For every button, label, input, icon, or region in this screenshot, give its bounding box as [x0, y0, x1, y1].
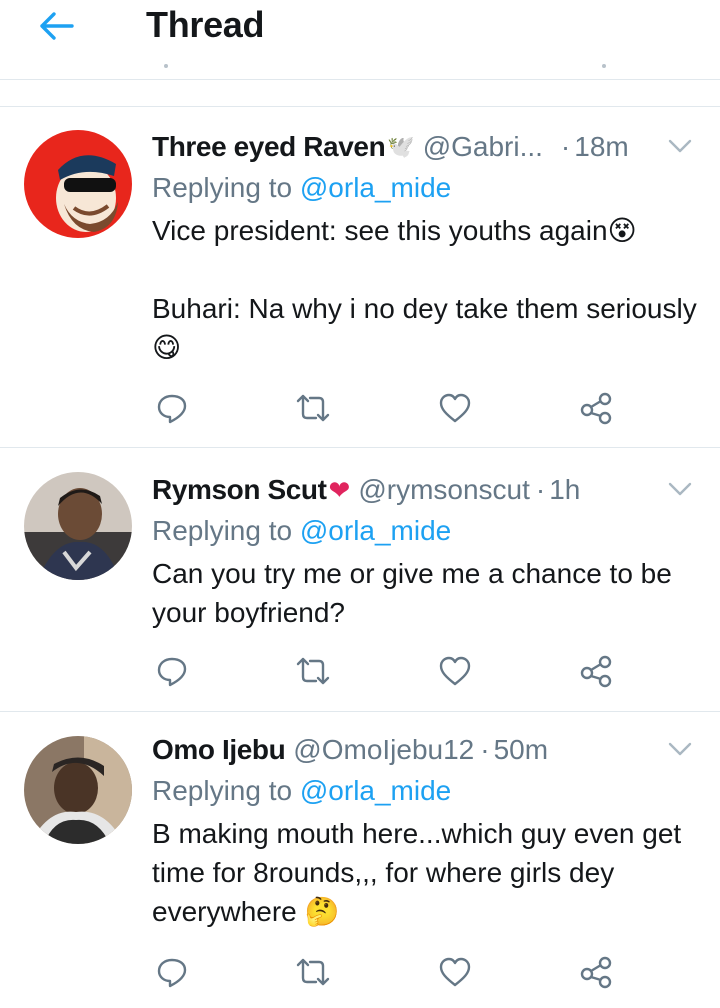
arrow-left-icon: [40, 12, 74, 40]
tweet[interactable]: Three eyed Raven 🕊️ @Gabri... · 18m Repl…: [0, 107, 720, 448]
timestamp: 50m: [493, 734, 549, 765]
replying-prefix: Replying to: [152, 515, 293, 546]
display-name[interactable]: Three eyed Raven: [152, 131, 386, 163]
app-header: Thread: [0, 0, 720, 56]
retweet-icon: [296, 958, 330, 986]
reply-icon: [157, 958, 187, 988]
avatar[interactable]: [24, 736, 132, 844]
tweet[interactable]: Omo Ijebu @OmoIjebu12 · 50m Replying to …: [0, 712, 720, 1008]
retweet-icon: [296, 657, 330, 685]
like-icon: [439, 393, 471, 423]
reply-button[interactable]: [152, 388, 192, 428]
retweet-button[interactable]: [293, 651, 333, 691]
mention-link[interactable]: @orla_mide: [300, 775, 451, 806]
tweet-actions: [152, 388, 622, 428]
share-icon: [580, 655, 612, 688]
avatar[interactable]: [24, 130, 132, 238]
username-handle[interactable]: @OmoIjebu12: [293, 734, 474, 766]
previous-tweet-remnant: [0, 56, 720, 80]
back-button[interactable]: [34, 8, 78, 44]
tweet-text: Vice president: see this youths again😵 B…: [152, 215, 697, 363]
like-icon: [439, 656, 471, 686]
replying-to-line: Replying to @orla_mide: [152, 770, 702, 812]
chevron-down-icon[interactable]: [666, 740, 694, 760]
display-name[interactable]: Rymson Scut: [152, 474, 327, 506]
mention-link[interactable]: @orla_mide: [300, 172, 451, 203]
username-handle[interactable]: @Gabri...: [423, 131, 543, 163]
reply-button[interactable]: [152, 651, 192, 691]
username-handle[interactable]: @rymsonscut: [358, 474, 530, 506]
like-icon: [439, 957, 471, 987]
timestamp: 18m: [574, 131, 629, 162]
like-button[interactable]: [435, 388, 475, 428]
dove-emoji: 🕊️: [387, 134, 415, 159]
tweet-text: Can you try me or give me a chance to be…: [152, 558, 680, 628]
retweet-icon: [296, 394, 330, 422]
like-button[interactable]: [435, 651, 475, 691]
chevron-down-icon[interactable]: [666, 137, 694, 157]
replying-to-line: Replying to @orla_mide: [152, 510, 702, 552]
replying-prefix: Replying to: [152, 775, 293, 806]
retweet-button[interactable]: [293, 952, 333, 992]
separator-dot: ·: [480, 734, 490, 765]
mention-link[interactable]: @orla_mide: [300, 515, 451, 546]
share-button[interactable]: [576, 952, 616, 992]
share-icon: [580, 956, 612, 989]
tweet-actions: [152, 651, 622, 691]
reply-icon: [157, 394, 187, 424]
share-icon: [580, 392, 612, 425]
timestamp: 1h: [549, 474, 581, 505]
page-title: Thread: [146, 4, 265, 45]
chevron-down-icon[interactable]: [666, 480, 694, 500]
reply-button[interactable]: [152, 952, 192, 992]
replying-prefix: Replying to: [152, 172, 293, 203]
share-button[interactable]: [576, 651, 616, 691]
display-name[interactable]: Omo Ijebu: [152, 734, 286, 766]
heart-emoji: ❤: [328, 474, 351, 505]
retweet-button[interactable]: [293, 388, 333, 428]
avatar[interactable]: [24, 472, 132, 580]
like-button[interactable]: [435, 952, 475, 992]
tweet-text: B making mouth here...which guy even get…: [152, 818, 689, 927]
reply-icon: [157, 657, 187, 687]
share-button[interactable]: [576, 388, 616, 428]
separator-dot: ·: [535, 474, 546, 505]
tweet-actions: [152, 952, 622, 992]
tweet[interactable]: Rymson Scut ❤ @rymsonscut · 1h Replying …: [0, 448, 720, 712]
separator-dot: ·: [560, 131, 571, 162]
replying-to-line: Replying to @orla_mide: [152, 167, 702, 209]
